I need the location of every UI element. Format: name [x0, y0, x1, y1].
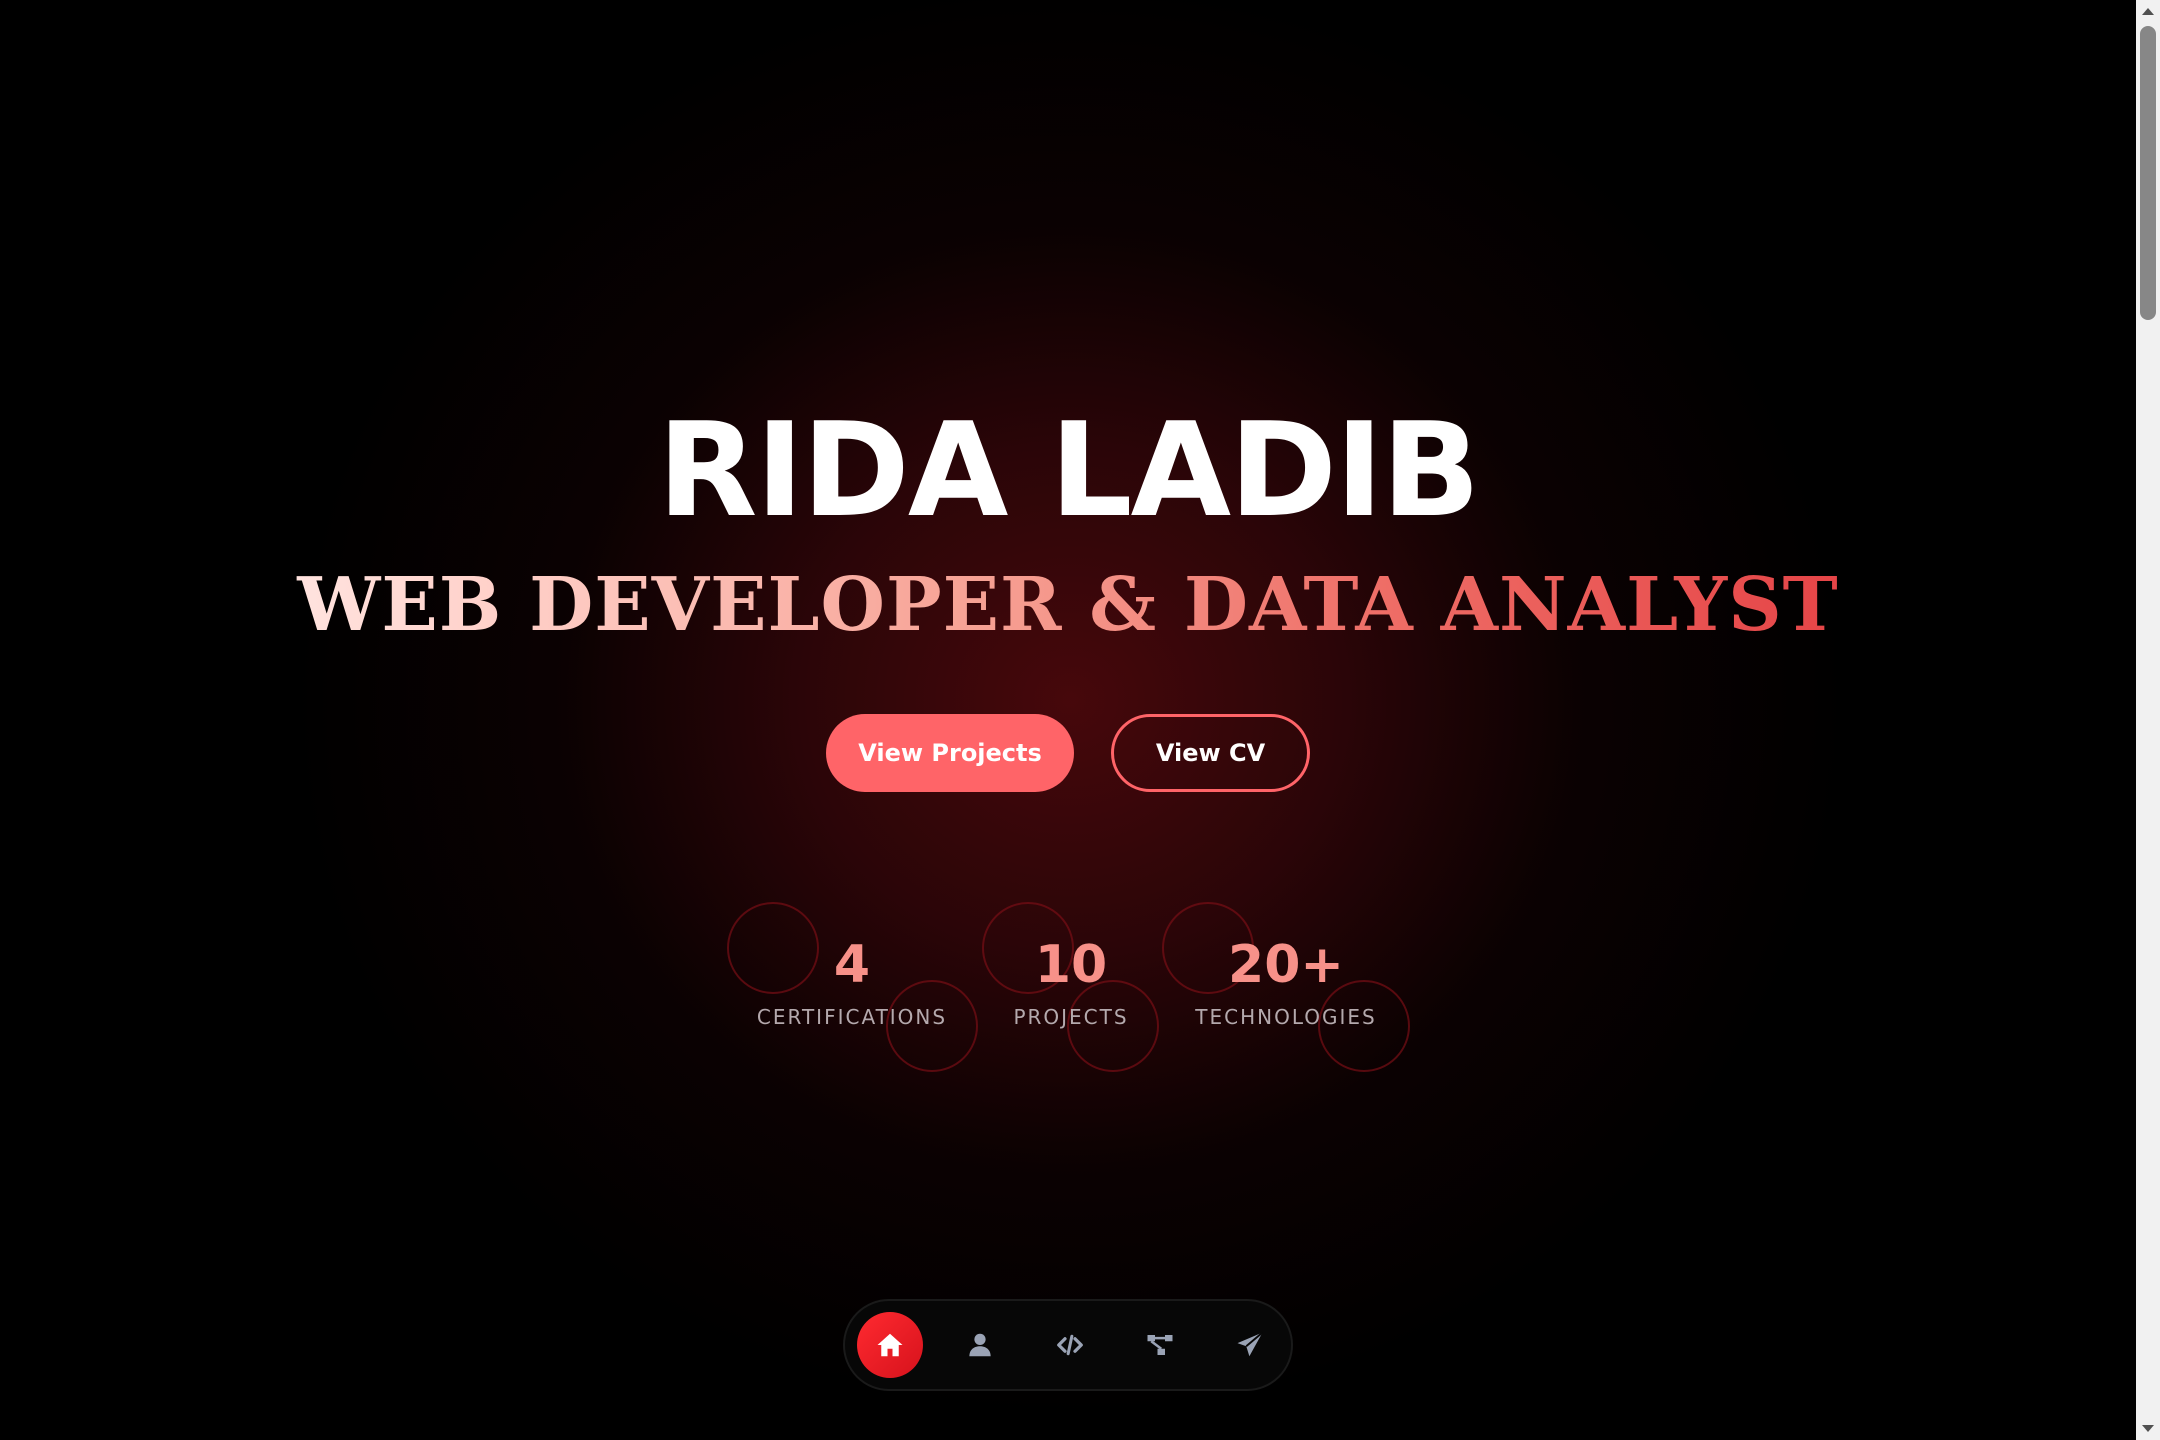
- stat-projects: 10 Projects: [1013, 935, 1128, 1029]
- home-icon: [877, 1333, 903, 1357]
- scroll-down-arrow-icon[interactable]: [2142, 1425, 2154, 1432]
- stat-value: 4: [833, 935, 871, 995]
- stat-value: 20+: [1228, 935, 1344, 995]
- stat-value: 10: [1034, 935, 1108, 995]
- user-icon: [969, 1333, 991, 1357]
- scroll-up-arrow-icon[interactable]: [2142, 8, 2154, 15]
- nav-skills[interactable]: [1127, 1312, 1193, 1378]
- stat-label: Projects: [1013, 1005, 1129, 1029]
- code-icon: [1057, 1334, 1083, 1356]
- stat-label: Technologies: [1195, 1005, 1377, 1029]
- stats-section: 4 Certifications 10 Projects 20+ Technol…: [0, 0, 2136, 1440]
- nav-home[interactable]: [857, 1312, 923, 1378]
- scrollbar[interactable]: [2136, 0, 2160, 1440]
- scroll-thumb[interactable]: [2140, 26, 2156, 320]
- bottom-nav-dock: [843, 1299, 1293, 1391]
- page: RIDA LADIB WEB DEVELOPER & DATA ANALYST …: [0, 0, 2160, 1440]
- paper-plane-icon: [1237, 1331, 1264, 1357]
- nav-code[interactable]: [1037, 1312, 1103, 1378]
- stat-certifications: 4 Certifications: [757, 935, 947, 1029]
- nav-about[interactable]: [947, 1312, 1013, 1378]
- stat-label: Certifications: [756, 1005, 948, 1029]
- diagram-icon: [1147, 1335, 1173, 1355]
- nav-contact[interactable]: [1217, 1312, 1283, 1378]
- stat-technologies: 20+ Technologies: [1195, 935, 1376, 1029]
